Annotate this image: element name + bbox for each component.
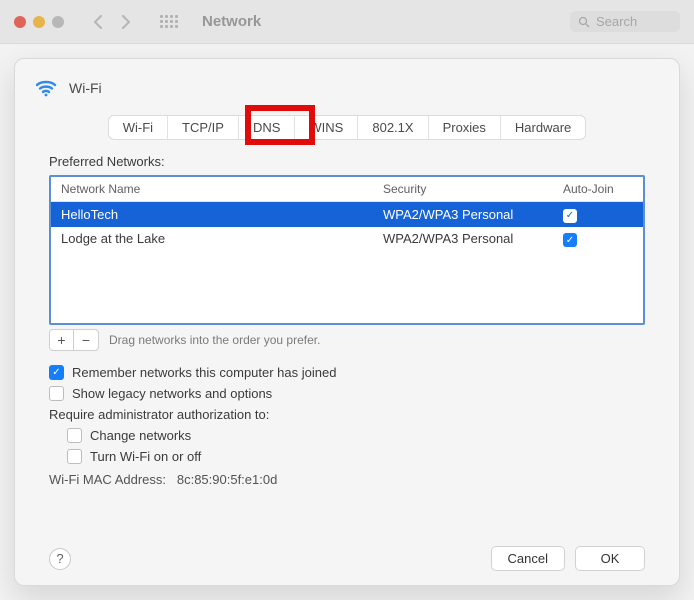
preferred-networks-table: Network Name Security Auto-Join HelloTec… — [49, 175, 645, 325]
add-remove-buttons: + − — [49, 329, 99, 351]
table-row[interactable]: HelloTech WPA2/WPA3 Personal ✓ — [51, 202, 643, 227]
tab-tcpip[interactable]: TCP/IP — [168, 116, 239, 139]
tab-wifi[interactable]: Wi-Fi — [109, 116, 168, 139]
mac-address-label: Wi-Fi MAC Address: — [49, 472, 166, 487]
tab-hardware[interactable]: Hardware — [501, 116, 585, 139]
change-networks-label: Change networks — [90, 428, 191, 443]
wifi-icon — [33, 75, 59, 101]
remember-networks-checkbox[interactable]: ✓ — [49, 365, 64, 380]
remember-networks-label: Remember networks this computer has join… — [72, 365, 336, 380]
ok-button[interactable]: OK — [575, 546, 645, 571]
mac-address-value: 8c:85:90:5f:e1:0d — [177, 472, 277, 487]
turn-wifi-label: Turn Wi-Fi on or off — [90, 449, 201, 464]
auto-join-checkbox[interactable]: ✓ — [563, 233, 577, 247]
show-legacy-label: Show legacy networks and options — [72, 386, 272, 401]
table-row[interactable]: Lodge at the Lake WPA2/WPA3 Personal ✓ — [51, 227, 643, 252]
add-network-button[interactable]: + — [50, 330, 74, 350]
column-network-name[interactable]: Network Name — [61, 182, 383, 196]
drag-hint: Drag networks into the order you prefer. — [109, 333, 320, 347]
table-header: Network Name Security Auto-Join — [51, 177, 643, 202]
tab-bar: Wi-Fi TCP/IP DNS WINS 802.1X Proxies Har… — [108, 115, 587, 140]
remove-network-button[interactable]: − — [74, 330, 98, 350]
column-security[interactable]: Security — [383, 182, 563, 196]
network-security-cell: WPA2/WPA3 Personal — [383, 231, 563, 246]
turn-wifi-checkbox[interactable] — [67, 449, 82, 464]
sheet-title: Wi-Fi — [69, 80, 102, 96]
change-networks-checkbox[interactable] — [67, 428, 82, 443]
preferred-networks-label: Preferred Networks: — [49, 154, 645, 169]
tab-dns[interactable]: DNS — [239, 116, 295, 139]
auto-join-checkbox[interactable]: ✓ — [563, 209, 577, 223]
network-name-cell: Lodge at the Lake — [61, 231, 383, 246]
cancel-button[interactable]: Cancel — [491, 546, 565, 571]
help-button[interactable]: ? — [49, 548, 71, 570]
tab-proxies[interactable]: Proxies — [429, 116, 501, 139]
wifi-settings-sheet: Wi-Fi Wi-Fi TCP/IP DNS WINS 802.1X Proxi… — [14, 58, 680, 586]
tab-wins[interactable]: WINS — [295, 116, 358, 139]
column-auto-join[interactable]: Auto-Join — [563, 182, 633, 196]
network-security-cell: WPA2/WPA3 Personal — [383, 207, 563, 222]
network-name-cell: HelloTech — [61, 207, 383, 222]
admin-auth-label: Require administrator authorization to: — [49, 407, 645, 422]
show-legacy-checkbox[interactable] — [49, 386, 64, 401]
tab-8021x[interactable]: 802.1X — [358, 116, 428, 139]
